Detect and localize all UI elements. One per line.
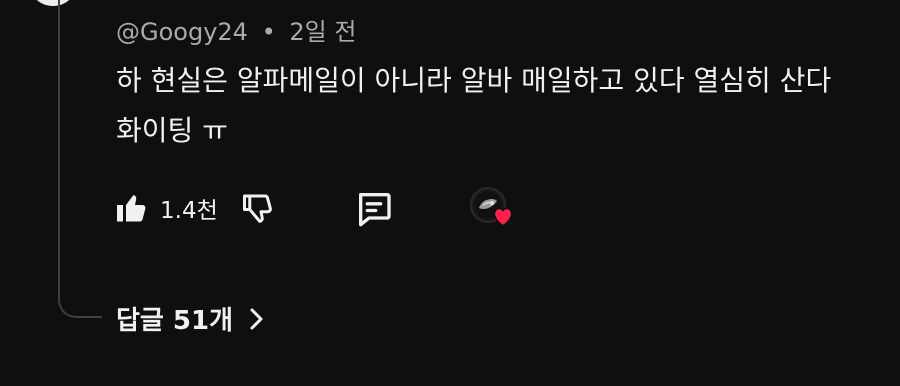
like-button[interactable] [112, 186, 152, 230]
comment-time: 2일 전 [289, 18, 357, 46]
reply-icon [358, 193, 391, 227]
thumbs-down-icon [242, 194, 272, 223]
comment-author[interactable]: @Googy24 [116, 18, 248, 46]
view-replies-button[interactable]: 답글 51개 [116, 300, 267, 337]
comment-actions: 1.4천 [112, 184, 513, 232]
replies-label: 답글 51개 [116, 306, 233, 336]
heart-icon [493, 207, 513, 227]
thumbs-up-icon [117, 194, 146, 222]
meta-separator: • [261, 18, 276, 46]
creator-heart-badge [469, 187, 513, 229]
reply-button[interactable] [352, 186, 396, 230]
comment-text: 하 현실은 알파메일이 아니라 알바 매일하고 있다 열심히 산다 화이팅 ㅠ [116, 64, 832, 147]
comment-meta: @Googy24 • 2일 전 [116, 12, 356, 47]
like-count: 1.4천 [160, 198, 218, 224]
chevron-right-icon [245, 306, 267, 332]
thread-line [58, 0, 102, 318]
dislike-button[interactable] [238, 186, 278, 230]
